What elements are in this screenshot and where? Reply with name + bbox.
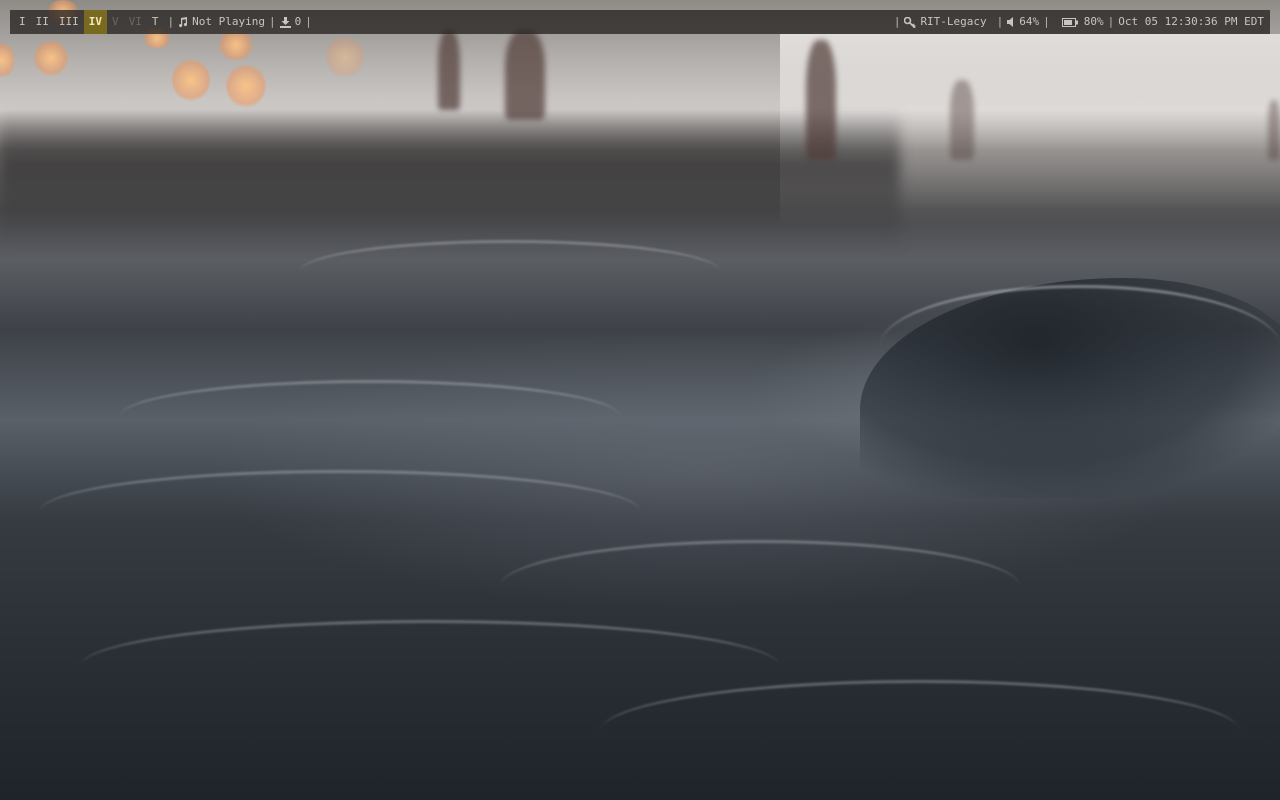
separator: | — [167, 15, 175, 28]
status-bar-right: | RIT-Legacy | 64% | 80% | Oct 05 12:30:… — [890, 10, 1264, 34]
volume-widget[interactable]: 64% — [1007, 10, 1039, 34]
bokeh-light — [172, 58, 210, 102]
blurred-person — [438, 30, 460, 110]
bokeh-light — [34, 40, 68, 76]
music-status: Not Playing — [192, 15, 265, 28]
blurred-person — [1268, 100, 1280, 160]
separator: | — [996, 15, 1004, 28]
workspace-2[interactable]: II — [31, 10, 54, 34]
speaker-icon — [1007, 17, 1015, 27]
volume-level: 64% — [1019, 15, 1040, 28]
separator: | — [268, 15, 276, 28]
workspace-6[interactable]: VI — [124, 10, 147, 34]
download-icon — [279, 16, 291, 28]
blurred-person — [950, 80, 974, 160]
separator: | — [1043, 15, 1050, 28]
bokeh-light — [326, 36, 364, 78]
status-bar-left: I II III IV V VI T | Not Playing | 0 | — [10, 10, 316, 34]
wifi-key-icon — [904, 16, 917, 28]
bokeh-light — [226, 64, 266, 108]
battery-icon — [1061, 17, 1078, 27]
workspace-1[interactable]: I — [14, 10, 31, 34]
wallpaper-shore — [0, 110, 900, 250]
network-widget[interactable]: RIT-Legacy — [904, 10, 987, 34]
workspace-3[interactable]: III — [54, 10, 84, 34]
blurred-person — [806, 40, 836, 160]
battery-widget[interactable]: 80% — [1061, 10, 1104, 34]
updates-count: 0 — [294, 15, 302, 28]
status-bar: I II III IV V VI T | Not Playing | 0 | |… — [10, 10, 1270, 34]
clock-widget[interactable]: Oct 05 12:30:36 PM EDT — [1118, 10, 1264, 34]
music-widget[interactable]: Not Playing — [178, 10, 265, 34]
separator: | — [305, 15, 312, 28]
water-ripple — [880, 285, 1280, 408]
workspace-4[interactable]: IV — [83, 10, 107, 34]
water-ripple — [120, 380, 620, 453]
bokeh-light — [218, 30, 254, 60]
separator: | — [893, 15, 901, 28]
workspace-7[interactable]: T — [147, 10, 164, 34]
workspace-5[interactable]: V — [107, 10, 124, 34]
network-ssid: RIT-Legacy — [920, 15, 987, 28]
water-ripple — [500, 540, 1020, 633]
updates-widget[interactable]: 0 — [279, 10, 302, 34]
music-note-icon — [178, 16, 188, 28]
water-ripple — [600, 680, 1240, 783]
water-ripple — [300, 240, 720, 303]
battery-level: 80% — [1083, 15, 1104, 28]
water-ripple — [40, 470, 640, 553]
separator: | — [1107, 15, 1115, 28]
bokeh-light — [0, 40, 14, 80]
blurred-person — [505, 30, 545, 120]
clock-text: Oct 05 12:30:36 PM EDT — [1118, 15, 1264, 28]
desktop-wallpaper — [0, 0, 1280, 800]
